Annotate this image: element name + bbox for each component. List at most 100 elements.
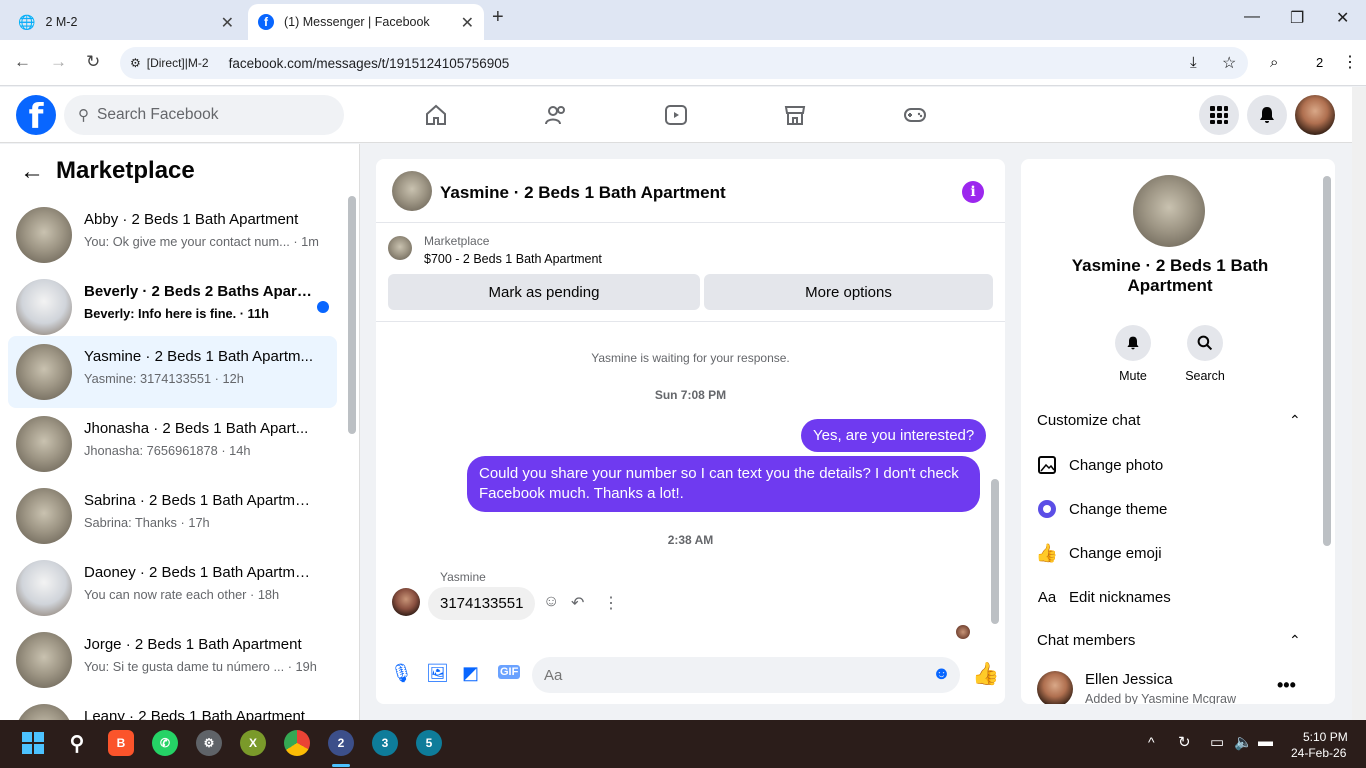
gif-icon[interactable]: GIF (498, 665, 521, 679)
listing-title[interactable]: $700 - 2 Beds 1 Bath Apartment (424, 252, 602, 266)
install-icon[interactable]: ⤓ (1190, 54, 1197, 71)
friends-icon[interactable] (544, 103, 568, 127)
battery-icon[interactable]: ▬ (1258, 733, 1273, 750)
page-scrollbar[interactable] (1352, 87, 1366, 720)
scrollbar[interactable] (348, 196, 356, 434)
browser-tab-active[interactable]: f (1) Messenger | Facebook ✕ (248, 4, 484, 40)
menu-kebab-icon[interactable]: ⋮ (1342, 52, 1358, 72)
chat-avatar[interactable] (392, 171, 432, 211)
timestamp: Sun 7:08 PM (654, 388, 727, 402)
minimize-button[interactable]: — (1244, 8, 1260, 26)
microphone-icon[interactable]: 🎙 (390, 663, 413, 684)
conversation-item[interactable]: Beverly · 2 Beds 2 Baths Apart... Beverl… (8, 271, 337, 343)
settings-gear-icon[interactable]: ⚙ (196, 730, 222, 756)
search-icon: ⚲ (78, 107, 89, 124)
facebook-favicon-icon: f (258, 14, 274, 30)
thumbs-up-icon[interactable]: 👍 (972, 661, 999, 687)
message-input[interactable] (532, 657, 960, 693)
theme-icon (1037, 499, 1057, 519)
conversation-item[interactable]: Abby · 2 Beds 1 Bath Apartment You: Ok g… (8, 199, 337, 271)
sync-icon[interactable]: ↻ (1178, 733, 1191, 751)
notifications-bell-icon[interactable] (1247, 95, 1287, 135)
profile-avatar[interactable] (1295, 95, 1335, 135)
mute-button[interactable]: Mute (1103, 325, 1163, 383)
clock-time[interactable]: 5:10 PM (1303, 730, 1348, 744)
chat-title[interactable]: Yasmine · 2 Beds 1 Bath Apartment (440, 183, 726, 203)
scrollbar[interactable] (1323, 176, 1331, 546)
listing-thumbnail (16, 560, 72, 616)
listing-thumbnail (16, 488, 72, 544)
new-tab-button[interactable]: + (492, 6, 504, 29)
conversation-item[interactable]: Jhonasha · 2 Beds 1 Bath Apart... Jhonas… (8, 408, 337, 480)
close-tab-icon[interactable]: ✕ (221, 13, 234, 33)
chrome-icon[interactable] (284, 730, 310, 756)
gaming-icon[interactable] (903, 103, 927, 127)
outgoing-message[interactable]: Yes, are you interested? (801, 419, 987, 452)
conversation-item[interactable]: Jorge · 2 Beds 1 Bath Apartment You: Si … (8, 624, 337, 696)
chrome-profile-2-icon[interactable]: 2 (328, 730, 354, 756)
edit-nicknames-item[interactable]: Aa Edit nicknames (1037, 587, 1171, 607)
omnibox[interactable]: ⚙ [Direct]|M-2 facebook.com/messages/t/1… (120, 47, 1248, 79)
outgoing-message[interactable]: Could you share your number so I can tex… (467, 456, 980, 512)
home-icon[interactable] (424, 103, 448, 127)
forward-button[interactable]: → (50, 52, 67, 72)
chat-members-section[interactable]: Chat members ⌃ (1037, 632, 1319, 649)
url-text[interactable]: facebook.com/messages/t/1915124105756905 (229, 56, 510, 71)
scrollbar[interactable] (991, 479, 999, 624)
member-avatar[interactable] (1037, 671, 1073, 704)
volume-icon[interactable]: 🔈 (1234, 733, 1253, 751)
mark-as-pending-button[interactable]: Mark as pending (388, 274, 700, 310)
conversation-item[interactable]: Sabrina · 2 Beds 1 Bath Apartment Sabrin… (8, 480, 337, 552)
change-theme-item[interactable]: Change theme (1037, 499, 1167, 519)
profile-count[interactable]: 2 (1316, 55, 1323, 70)
app-icon[interactable]: X (240, 730, 266, 756)
marketplace-icon[interactable] (783, 103, 807, 127)
conversation-item[interactable]: Daoney · 2 Beds 1 Bath Apartment You can… (8, 552, 337, 624)
menu-grid-icon[interactable] (1199, 95, 1239, 135)
conversation-item[interactable]: Leany · 2 Beds 1 Bath Apartment (8, 696, 337, 720)
network-icon[interactable]: ▭ (1210, 733, 1224, 751)
incoming-message[interactable]: 3174133551 (428, 587, 536, 620)
change-photo-item[interactable]: Change photo (1037, 455, 1163, 475)
brave-browser-icon[interactable]: B (108, 730, 134, 756)
conversation-preview: You: Ok give me your contact num... · 1m (84, 234, 319, 249)
conversation-preview: Sabrina: Thanks · 17h (84, 515, 210, 530)
browser-tab[interactable]: 🌐 2 M-2 ✕ (8, 4, 244, 40)
facebook-search[interactable]: ⚲ Search Facebook (64, 95, 344, 135)
more-options-icon[interactable]: ••• (1277, 675, 1296, 696)
facebook-logo-icon[interactable]: f (16, 95, 56, 137)
member-name[interactable]: Ellen Jessica (1085, 671, 1173, 688)
bookmark-star-icon[interactable]: ☆ (1222, 53, 1236, 73)
react-emoji-icon[interactable]: ☺ (543, 593, 559, 611)
conversation-avatar (1133, 175, 1205, 247)
whatsapp-icon[interactable]: ✆ (152, 730, 178, 756)
chrome-profile-5-icon[interactable]: 5 (416, 730, 442, 756)
video-icon[interactable] (664, 103, 688, 127)
back-arrow-icon[interactable]: ← (20, 158, 44, 186)
sticker-icon[interactable]: ◩ (462, 663, 479, 684)
back-button[interactable]: ← (14, 52, 31, 72)
site-info-chip[interactable]: ⚙ [Direct]|M-2 (130, 56, 219, 70)
more-icon[interactable]: ⋮ (603, 593, 619, 613)
reply-icon[interactable]: ↶ (571, 593, 584, 613)
photo-icon[interactable]: 🖼 (426, 663, 449, 684)
emoji-icon[interactable]: ☻ (932, 663, 951, 684)
windows-start-icon[interactable] (20, 730, 46, 756)
conversation-name: Yasmine · 2 Beds 1 Bath Apartm... (84, 348, 313, 365)
close-window-button[interactable]: ✕ (1336, 8, 1349, 28)
close-tab-icon[interactable]: ✕ (461, 13, 474, 33)
conversation-item-active[interactable]: Yasmine · 2 Beds 1 Bath Apartm... Yasmin… (8, 336, 337, 408)
info-icon[interactable]: i (962, 181, 984, 203)
search-button[interactable]: Search (1175, 325, 1235, 383)
reload-button[interactable]: ↻ (86, 52, 100, 72)
change-emoji-item[interactable]: 👍 Change emoji (1036, 543, 1162, 563)
restore-button[interactable]: ❐ (1290, 8, 1304, 28)
search-tabs-icon[interactable]: ⌕ (1270, 54, 1278, 71)
search-icon[interactable]: ⚲ (64, 730, 90, 756)
chrome-profile-3-icon[interactable]: 3 (372, 730, 398, 756)
listing-thumbnail (16, 632, 72, 688)
customize-chat-section[interactable]: Customize chat ⌃ (1037, 412, 1319, 429)
more-options-button[interactable]: More options (704, 274, 993, 310)
clock-date[interactable]: 24-Feb-26 (1291, 746, 1346, 760)
chevron-up-icon[interactable]: ^ (1148, 734, 1155, 750)
